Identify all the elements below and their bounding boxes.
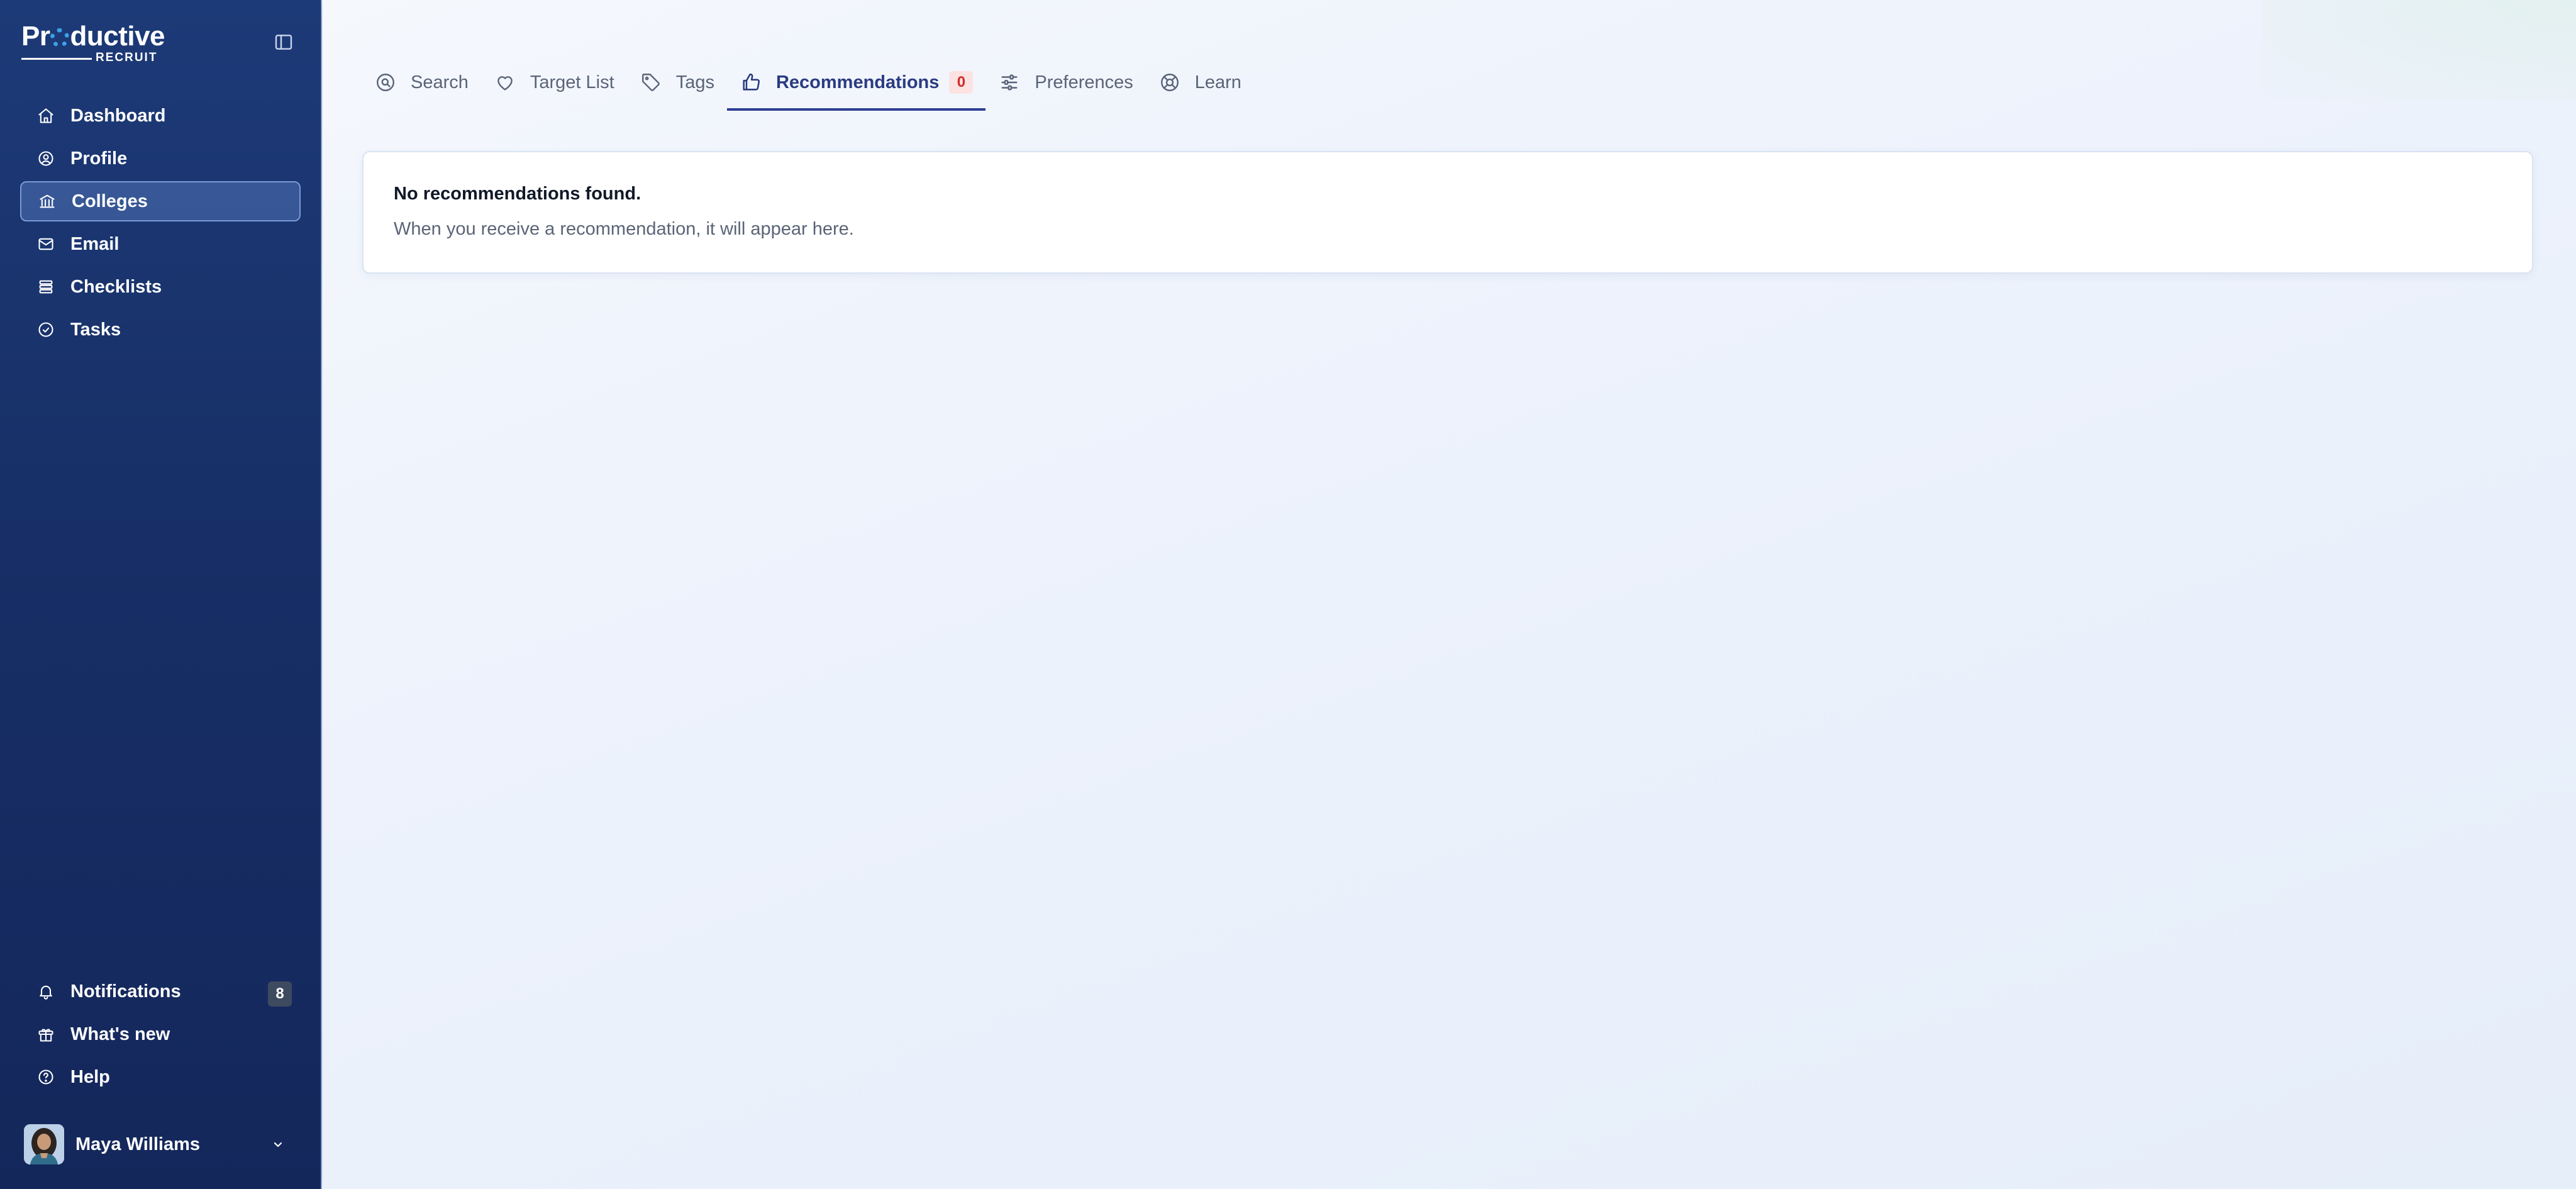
- tab-label: Search: [411, 72, 469, 92]
- list-icon: [36, 277, 55, 296]
- tab-label: Tags: [675, 72, 714, 92]
- avatar: [24, 1124, 64, 1164]
- sidebar-item-whats-new[interactable]: What's new: [20, 1014, 301, 1054]
- sidebar: Pr ductive RECRUIT Dashboard Profile Coll…: [0, 0, 321, 1189]
- tab-target-list[interactable]: Target List: [481, 54, 627, 111]
- sidebar-item-label: Email: [70, 233, 119, 254]
- sidebar-panel-icon: [275, 35, 292, 50]
- sidebar-bottom-nav: Notifications 8 What's new Help: [20, 971, 301, 1100]
- empty-state-card: No recommendations found. When you recei…: [362, 151, 2533, 274]
- sidebar-item-label: Notifications: [70, 981, 181, 1002]
- tab-bar: Search Target List Tags Recommendations …: [362, 54, 1254, 111]
- sidebar-item-notifications[interactable]: Notifications 8: [20, 971, 301, 1012]
- sidebar-item-colleges[interactable]: Colleges: [20, 181, 301, 221]
- sidebar-item-help[interactable]: Help: [20, 1057, 301, 1097]
- logo-rule: [21, 58, 92, 60]
- user-circle-icon: [36, 149, 55, 168]
- tab-search[interactable]: Search: [362, 54, 481, 111]
- sidebar-item-label: Help: [70, 1066, 110, 1087]
- main-content: Search Target List Tags Recommendations …: [323, 0, 2576, 1189]
- sidebar-item-label: What's new: [70, 1024, 170, 1044]
- sidebar-item-label: Checklists: [70, 276, 162, 297]
- heart-icon: [494, 71, 516, 94]
- tab-tags[interactable]: Tags: [627, 54, 727, 111]
- tab-label: Preferences: [1035, 72, 1133, 92]
- brand-wordmark: Pr ductive: [21, 20, 165, 53]
- sidebar-item-profile[interactable]: Profile: [20, 138, 301, 179]
- tab-preferences[interactable]: Preferences: [985, 54, 1145, 111]
- brand-logo[interactable]: Pr ductive RECRUIT: [21, 20, 172, 64]
- tab-label: Recommendations: [775, 72, 940, 92]
- help-circle-icon: [36, 1068, 55, 1086]
- mail-icon: [36, 235, 55, 254]
- home-icon: [36, 106, 55, 125]
- brand-sub: RECRUIT: [96, 51, 158, 64]
- gift-icon: [36, 1025, 55, 1044]
- sliders-icon: [998, 71, 1021, 94]
- empty-state-title: No recommendations found.: [394, 184, 641, 204]
- logo-gear-icon: [50, 28, 70, 47]
- chevron-down-icon: [267, 1133, 289, 1156]
- empty-state-text: When you receive a recommendation, it wi…: [394, 219, 854, 239]
- brand-name-post: ductive: [70, 21, 165, 52]
- sidebar-item-label: Dashboard: [70, 105, 166, 126]
- tab-learn[interactable]: Learn: [1146, 54, 1254, 111]
- sidebar-item-checklists[interactable]: Checklists: [20, 267, 301, 307]
- user-menu[interactable]: Maya Williams: [24, 1124, 294, 1165]
- sidebar-toggle-button[interactable]: [273, 31, 294, 53]
- tab-label: Target List: [530, 72, 614, 92]
- brand-name-pre: Pr: [21, 21, 50, 52]
- bell-icon: [36, 982, 55, 1001]
- notifications-count-badge: 8: [268, 981, 292, 1007]
- check-circle-icon: [36, 320, 55, 339]
- sidebar-item-email[interactable]: Email: [20, 224, 301, 264]
- sidebar-item-label: Tasks: [70, 319, 121, 340]
- bank-icon: [38, 192, 57, 211]
- sidebar-item-dashboard[interactable]: Dashboard: [20, 96, 301, 136]
- sidebar-item-tasks[interactable]: Tasks: [20, 310, 301, 350]
- sidebar-item-label: Profile: [70, 148, 128, 169]
- sidebar-item-label: Colleges: [72, 191, 148, 211]
- lifebuoy-icon: [1158, 71, 1181, 94]
- tag-icon: [640, 71, 662, 94]
- tab-label: Learn: [1194, 72, 1241, 92]
- thumbs-up-icon: [740, 71, 762, 94]
- sidebar-nav: Dashboard Profile Colleges Email Checkli…: [20, 96, 301, 352]
- search-icon: [374, 71, 397, 94]
- tab-recommendations[interactable]: Recommendations 0: [726, 54, 986, 111]
- recommendations-count-badge: 0: [949, 71, 974, 94]
- user-name: Maya Williams: [75, 1134, 200, 1154]
